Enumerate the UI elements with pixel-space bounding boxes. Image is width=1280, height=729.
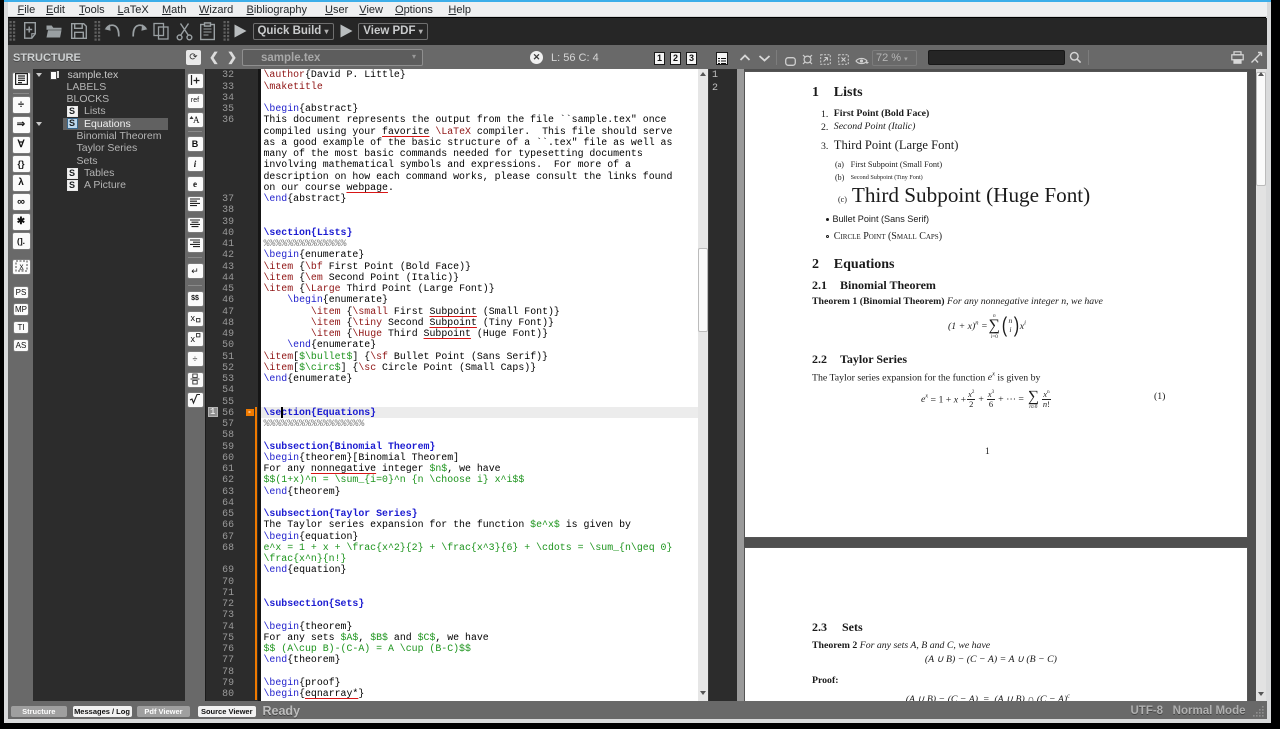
svg-text:A: A [193,115,200,125]
svg-text:x: x [191,313,196,323]
svg-text:x: x [191,334,196,344]
svg-text:x̲: x̲ [18,262,24,271]
